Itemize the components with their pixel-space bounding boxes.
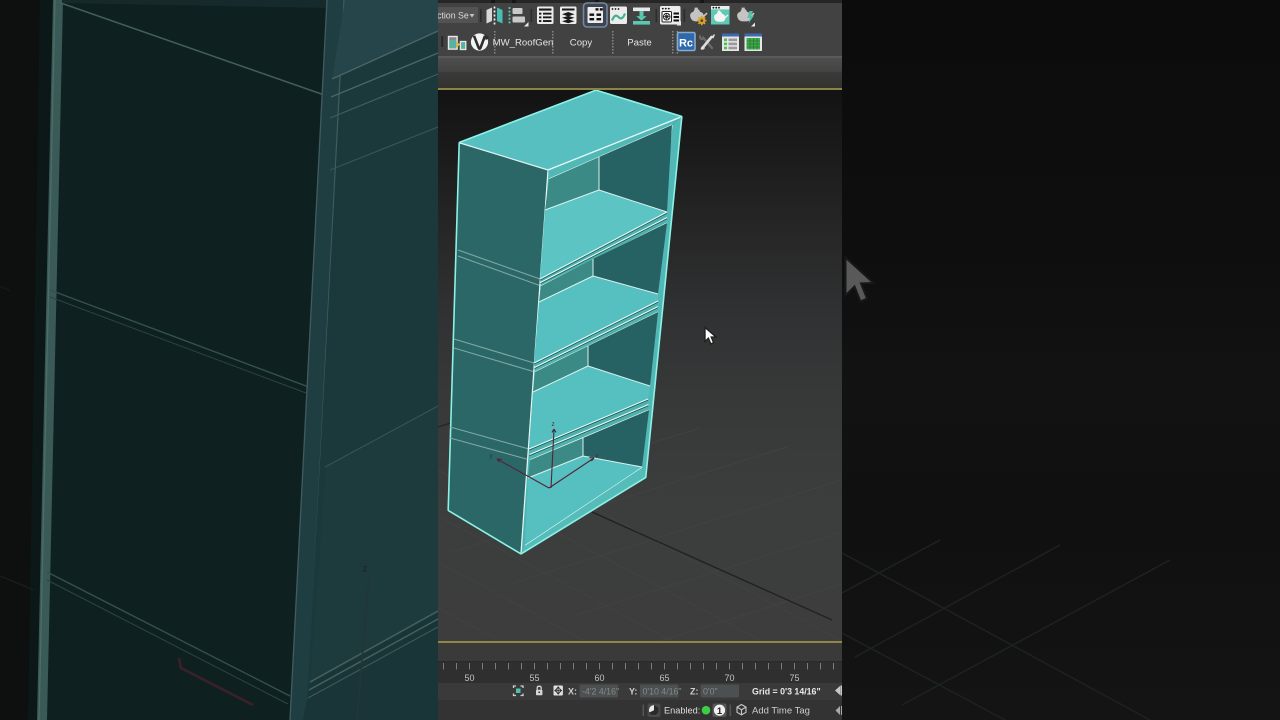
svg-text:60: 60	[594, 673, 604, 683]
svg-text:ction Se: ction Se	[438, 11, 469, 21]
svg-text:0'0": 0'0"	[703, 687, 718, 697]
svg-text:z: z	[362, 563, 368, 575]
svg-text:Grid = 0'3 14/16": Grid = 0'3 14/16"	[752, 687, 821, 697]
svg-text:-4'2 4/16": -4'2 4/16"	[582, 687, 619, 697]
svg-text:Y:: Y:	[629, 687, 637, 697]
svg-text:Z:: Z:	[690, 687, 699, 697]
svg-text:75: 75	[789, 673, 799, 683]
svg-text:65: 65	[659, 673, 669, 683]
svg-text:1: 1	[717, 706, 723, 717]
svg-text:55: 55	[529, 673, 539, 683]
svg-text:MW_RoofGen: MW_RoofGen	[493, 38, 554, 49]
svg-text:Add Time Tag: Add Time Tag	[752, 706, 810, 717]
svg-text:Rc: Rc	[679, 38, 693, 50]
svg-text:z: z	[552, 421, 555, 428]
svg-text:50: 50	[464, 673, 474, 683]
svg-text:Enabled:: Enabled:	[664, 706, 700, 716]
svg-text:Paste: Paste	[627, 38, 652, 49]
svg-text:Copy: Copy	[570, 38, 593, 49]
svg-text:0'10 4/16": 0'10 4/16"	[643, 687, 682, 697]
svg-text:70: 70	[724, 673, 734, 683]
svg-text:X:: X:	[568, 687, 577, 697]
